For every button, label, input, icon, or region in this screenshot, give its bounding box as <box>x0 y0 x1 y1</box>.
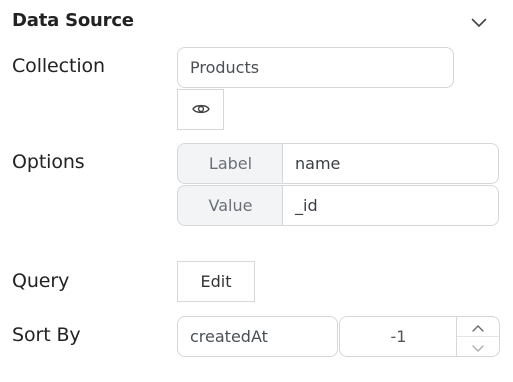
chevron-up-icon <box>472 317 484 336</box>
label-addon: Label <box>177 143 284 184</box>
chevron-down-icon[interactable] <box>468 12 490 34</box>
stepper-controls <box>456 317 499 356</box>
label-field-input[interactable]: name <box>282 143 499 184</box>
decrement-button[interactable] <box>457 336 499 356</box>
query-label: Query <box>12 270 70 292</box>
sort-by-label: Sort By <box>12 324 81 346</box>
sort-order-value[interactable]: -1 <box>340 317 457 356</box>
collection-label: Collection <box>12 55 105 77</box>
eye-icon <box>191 100 210 119</box>
increment-button[interactable] <box>457 317 499 336</box>
options-label: Options <box>12 151 85 173</box>
chevron-down-icon <box>472 337 484 356</box>
value-field-input[interactable]: _id <box>282 185 499 226</box>
collection-input[interactable]: Products <box>177 47 454 88</box>
preview-button[interactable] <box>177 89 224 130</box>
section-title: Data Source <box>12 10 134 31</box>
section-header[interactable]: Data Source <box>12 10 502 36</box>
value-addon: Value <box>177 185 284 226</box>
sort-order-stepper[interactable]: -1 <box>339 316 500 357</box>
sort-field-input[interactable]: createdAt <box>177 316 338 357</box>
edit-query-button[interactable]: Edit <box>177 261 255 302</box>
